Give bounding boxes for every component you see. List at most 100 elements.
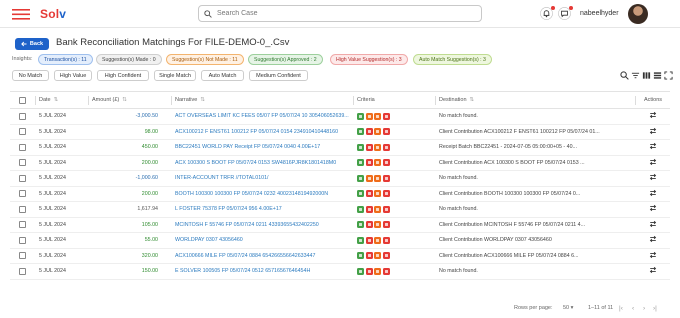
criteria-icon[interactable] [374,252,381,260]
insight-high-value[interactable]: High Value Suggestion(s) : 3 [330,54,408,65]
columns-icon[interactable] [642,71,651,80]
criteria-icon[interactable] [365,190,373,198]
criteria-icon[interactable] [374,221,381,229]
criteria-icon[interactable] [365,143,373,151]
sort-icon[interactable]: ⇅ [200,97,205,103]
next-page-icon[interactable]: › [643,305,645,312]
table-row[interactable]: 5 JUL 2024 55.00 WORLDPAY 0307 43056460 Cli… [10,232,670,249]
narrative-cell[interactable]: E SOLVER 100505 FP 05/07/24 0512 6571656… [172,263,354,280]
narrative-cell[interactable]: ACX 100300 S BOOT FP 05/07/24 0153 SW481… [172,155,354,171]
row-checkbox[interactable] [19,190,26,198]
criteria-icon[interactable] [365,267,373,275]
narrative-cell[interactable]: INTER-ACCOUNT TRFR //TOTAL0101/ [172,170,354,187]
row-checkbox[interactable] [19,252,26,260]
criteria-icon[interactable] [357,174,364,182]
swap-icon[interactable] [649,220,657,228]
swap-icon[interactable] [649,158,657,166]
row-checkbox[interactable] [19,143,26,151]
criteria-icon[interactable] [374,236,381,244]
criteria-icon[interactable] [382,159,390,167]
narrative-cell[interactable]: ACX100666 MILE FP 05/07/24 0884 65426655… [172,248,354,264]
criteria-icon[interactable] [374,205,381,213]
narrative-cell[interactable]: ACX100212 F ENST61 100212 FP 05/07/24 01… [172,124,354,140]
table-row[interactable]: 5 JUL 2024 320.00 ACX100666 MILE FP 05/07/… [10,248,670,264]
criteria-icon[interactable] [357,267,364,275]
row-checkbox[interactable] [19,112,26,120]
column-header-date[interactable]: Date ⇅ [36,91,89,109]
criteria-icon[interactable] [357,143,364,151]
row-select-cell[interactable] [10,263,36,280]
criteria-icon[interactable] [357,205,364,213]
criteria-icon[interactable] [365,112,373,120]
table-row[interactable]: 5 JUL 2024 150.00 E SOLVER 100505 FP 05/07… [10,263,670,280]
insight-suggestions-approved[interactable]: Suggestion(s) Approved : 2 [248,54,323,65]
row-select-cell[interactable] [10,155,36,171]
criteria-icon[interactable] [357,236,364,244]
criteria-icon[interactable] [382,190,390,198]
criteria-icon[interactable] [365,128,373,136]
narrative-cell[interactable]: L FOSTER 75378 FP 05/07/24 956 4.00E+17 [172,201,354,218]
criteria-icon[interactable] [382,236,390,244]
insight-suggestions-made[interactable]: Suggestion(s) Made : 0 [96,54,162,65]
table-row[interactable]: 5 JUL 2024 -3,000.50 ACT OVERSEAS LIMIT KC… [10,108,670,125]
username[interactable]: nabeelhyder [580,10,619,17]
narrative-cell[interactable]: WORLDPAY 0307 43056460 [172,232,354,249]
swap-icon[interactable] [649,142,657,150]
table-row[interactable]: 5 JUL 2024 105.00 MCINTOSH F 55746 FP 05/0… [10,217,670,233]
row-checkbox[interactable] [19,236,26,244]
criteria-icon[interactable] [382,143,390,151]
fullscreen-icon[interactable] [664,71,673,80]
row-select-cell[interactable] [10,108,36,125]
insight-transactions[interactable]: Transaction(s) : 11 [38,54,93,65]
sort-icon[interactable]: ⇅ [470,97,475,103]
criteria-icon[interactable] [374,128,381,136]
select-all-checkbox[interactable] [19,96,26,104]
swap-icon[interactable] [649,204,657,212]
column-header-narrative[interactable]: Narrative ⇅ [172,91,354,109]
criteria-icon[interactable] [357,159,364,167]
first-page-icon[interactable]: |‹ [619,305,623,312]
criteria-icon[interactable] [357,128,364,136]
prev-page-icon[interactable]: ‹ [632,305,634,312]
row-select-cell[interactable] [10,186,36,202]
criteria-icon[interactable] [365,159,373,167]
insight-auto-match[interactable]: Auto Match Suggestion(s) : 3 [413,54,492,65]
row-select-cell[interactable] [10,232,36,249]
rows-per-page-select[interactable]: 50 ▾ [563,305,573,311]
table-row[interactable]: 5 JUL 2024 -1,000.60 INTER-ACCOUNT TRFR //… [10,170,670,187]
criteria-icon[interactable] [365,236,373,244]
criteria-icon[interactable] [357,221,364,229]
last-page-icon[interactable]: ›| [653,305,657,312]
density-icon[interactable] [653,71,662,80]
row-checkbox[interactable] [19,174,26,182]
filter-high-confident[interactable]: High Confident [97,70,149,81]
filter-no-match[interactable]: No Match [12,70,49,81]
swap-icon[interactable] [649,111,657,119]
filter-single-match[interactable]: Single Match [154,70,196,81]
table-row[interactable]: 5 JUL 2024 1,617.94 L FOSTER 75378 FP 05/0… [10,201,670,218]
row-checkbox[interactable] [19,267,26,275]
column-header-destination[interactable]: Destination ⇅ [436,91,636,109]
notifications-button[interactable] [540,6,555,21]
row-select-cell[interactable] [10,170,36,187]
criteria-icon[interactable] [357,112,364,120]
narrative-cell[interactable]: BOOTH 100300 100300 FP 05/07/24 0232 400… [172,186,354,202]
criteria-icon[interactable] [365,205,373,213]
filter-auto-match[interactable]: Auto Match [201,70,244,81]
criteria-icon[interactable] [382,205,390,213]
swap-icon[interactable] [649,251,657,259]
criteria-icon[interactable] [382,112,390,120]
table-row[interactable]: 5 JUL 2024 98.00 ACX100212 F ENST61 100212… [10,124,670,140]
swap-icon[interactable] [649,235,657,243]
insight-suggestions-not-made[interactable]: Suggestion(s) Not Made : 11 [166,54,244,65]
criteria-icon[interactable] [374,112,381,120]
swap-icon[interactable] [649,189,657,197]
criteria-icon[interactable] [357,252,364,260]
table-row[interactable]: 5 JUL 2024 200.00 BOOTH 100300 100300 FP 0… [10,186,670,202]
search-input[interactable] [217,10,457,17]
row-select-cell[interactable] [10,201,36,218]
swap-icon[interactable] [649,173,657,181]
criteria-icon[interactable] [382,221,390,229]
criteria-icon[interactable] [365,252,373,260]
messages-button[interactable] [558,6,573,21]
